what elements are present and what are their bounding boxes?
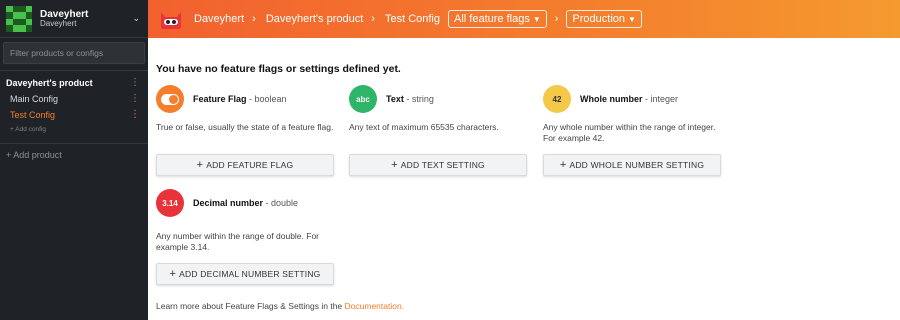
config-label: Main Config — [10, 94, 59, 104]
card-description: Any text of maximum 65535 characters. — [349, 122, 499, 132]
breadcrumb-product[interactable]: Daveyhert's product — [266, 13, 363, 25]
add-product-link[interactable]: + Add product — [0, 143, 148, 166]
text-icon: abc — [349, 85, 377, 113]
feature-flags-dropdown[interactable]: All feature flags ▼ — [448, 10, 547, 28]
chevron-right-icon: › — [252, 13, 256, 25]
top-bar: Daveyhert › Daveyhert's product › Test C… — [148, 0, 900, 38]
org-avatar — [6, 5, 32, 32]
chevron-down-icon[interactable]: ⌄ — [132, 13, 140, 24]
product-name: Daveyhert's product — [6, 78, 93, 88]
config-label: Test Config — [10, 110, 56, 120]
filter-input[interactable] — [10, 48, 138, 58]
plus-icon: + — [169, 268, 177, 280]
add-decimal-number-setting-button[interactable]: + ADD DECIMAL NUMBER SETTING — [156, 263, 334, 285]
more-icon[interactable]: ⋮ — [130, 78, 140, 88]
more-icon[interactable]: ⋮ — [130, 94, 140, 104]
config-item-main[interactable]: Main Config ⋮ — [0, 91, 148, 107]
card-title: Whole number — [580, 94, 643, 104]
card-title: Text — [386, 94, 404, 104]
decimal-icon: 3.14 — [156, 189, 184, 217]
chevron-down-icon: ▼ — [628, 14, 636, 24]
empty-state-heading: You have no feature flags or settings de… — [156, 63, 401, 75]
dropdown-label: All feature flags — [454, 13, 530, 25]
breadcrumb-org[interactable]: Daveyhert — [194, 13, 244, 25]
org-switcher[interactable]: Daveyhert Daveyhert ⌄ — [0, 0, 148, 38]
org-subtitle: Daveyhert — [40, 18, 77, 28]
footer-note: Learn more about Feature Flags & Setting… — [156, 301, 404, 311]
org-name: Daveyhert — [40, 8, 89, 20]
add-config-link[interactable]: + Add config — [0, 123, 148, 135]
logo-icon[interactable] — [158, 6, 184, 32]
plus-icon: + — [559, 159, 567, 171]
card-type: - integer — [642, 94, 679, 104]
add-text-setting-button[interactable]: + ADD TEXT SETTING — [349, 154, 527, 176]
button-label: ADD FEATURE FLAG — [206, 160, 294, 170]
card-type: - string — [403, 94, 434, 104]
card-whole-number: 42 Whole number - integer Any whole numb… — [543, 85, 723, 176]
main-content: You have no feature flags or settings de… — [148, 38, 900, 320]
button-label: ADD TEXT SETTING — [400, 160, 485, 170]
add-whole-number-setting-button[interactable]: + ADD WHOLE NUMBER SETTING — [543, 154, 721, 176]
card-feature-flag: Feature Flag - boolean True or false, us… — [156, 85, 336, 176]
chevron-down-icon: ▼ — [532, 14, 541, 24]
card-type: - double — [263, 198, 299, 208]
filter-box[interactable] — [3, 42, 145, 64]
footer-text: Learn more about Feature Flags & Setting… — [156, 301, 345, 311]
sidebar: Daveyhert Daveyhert ⌄ Daveyhert's produc… — [0, 0, 148, 320]
card-text: abc Text - string Any text of maximum 65… — [349, 85, 529, 176]
product-row[interactable]: Daveyhert's product ⋮ — [0, 75, 148, 91]
add-feature-flag-button[interactable]: + ADD FEATURE FLAG — [156, 154, 334, 176]
chevron-right-icon: › — [371, 13, 375, 25]
product-block: Daveyhert's product ⋮ Main Config ⋮ Test… — [0, 70, 148, 135]
breadcrumb-config[interactable]: Test Config — [385, 13, 440, 25]
card-decimal-number: 3.14 Decimal number - double Any number … — [156, 189, 336, 285]
environment-dropdown[interactable]: Production ▼ — [566, 10, 642, 28]
more-icon[interactable]: ⋮ — [130, 110, 140, 120]
plus-icon: + — [391, 159, 398, 171]
number-icon: 42 — [543, 85, 571, 113]
card-description: True or false, usually the state of a fe… — [156, 122, 334, 132]
button-label: ADD DECIMAL NUMBER SETTING — [179, 269, 321, 279]
card-description: Any whole number within the range of int… — [543, 122, 716, 144]
card-description: Any number within the range of double. F… — [156, 231, 320, 253]
toggle-icon — [156, 85, 184, 113]
card-title: Decimal number — [193, 198, 264, 208]
dropdown-label: Production — [572, 13, 626, 25]
card-type: - boolean — [246, 94, 287, 104]
plus-icon: + — [196, 159, 204, 171]
documentation-link[interactable]: Documentation. — [345, 301, 405, 311]
chevron-right-icon: › — [554, 13, 559, 25]
card-title: Feature Flag — [193, 94, 247, 104]
button-label: ADD WHOLE NUMBER SETTING — [569, 160, 705, 170]
config-item-test[interactable]: Test Config ⋮ — [0, 107, 148, 123]
